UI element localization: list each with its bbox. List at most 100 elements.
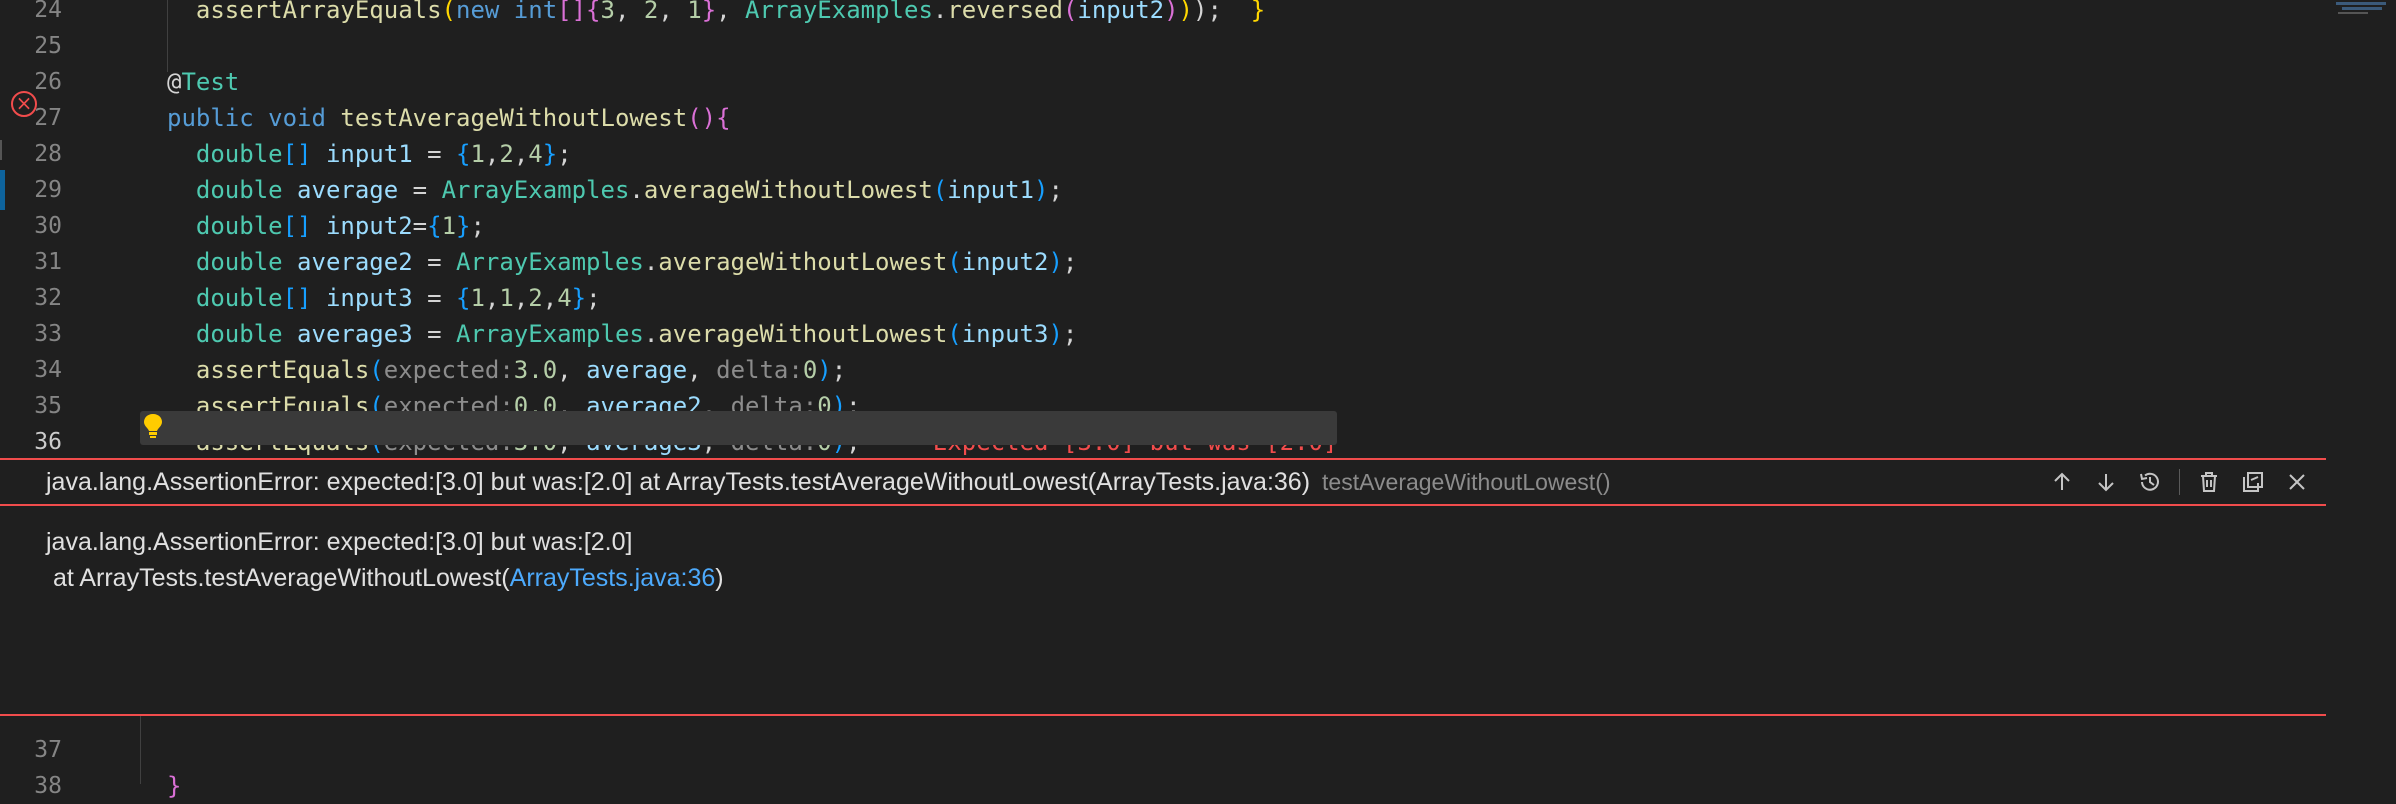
- error-line-highlight: [140, 411, 1337, 445]
- code-token: (: [947, 248, 962, 276]
- code-token: .: [643, 248, 659, 276]
- close-icon[interactable]: [2282, 467, 2312, 497]
- code-token: new: [456, 0, 514, 24]
- code-text: double average3 = ArrayExamples.averageW…: [167, 316, 1077, 352]
- code-line[interactable]: 26 @Test: [0, 64, 2330, 100]
- code-token: }: [701, 0, 717, 24]
- code-token: @: [167, 68, 182, 96]
- test-failed-icon[interactable]: ×: [11, 91, 37, 117]
- code-line[interactable]: 24 assertArrayEquals(new int[]{3, 2, 1},…: [0, 0, 2330, 28]
- code-token: 1: [470, 140, 485, 168]
- code-token: {: [456, 284, 471, 312]
- code-token: averageWithoutLowest: [658, 320, 948, 348]
- code-line[interactable]: 38}: [0, 768, 2330, 804]
- code-token: assertEquals: [167, 356, 370, 384]
- code-token: reversed: [947, 0, 1063, 24]
- code-text: public void testAverageWithoutLowest(){: [167, 100, 731, 136]
- code-token: }: [1250, 0, 1266, 24]
- line-number: 33: [34, 321, 62, 347]
- code-token: average: [586, 356, 688, 384]
- code-line[interactable]: 37: [0, 732, 2330, 768]
- code-text: }: [167, 768, 181, 804]
- stack-trace-line: at ArrayTests.testAverageWithoutLowest(A…: [46, 560, 724, 596]
- code-token: []: [282, 212, 326, 240]
- code-token: []: [282, 284, 326, 312]
- code-token: double: [167, 248, 298, 276]
- code-token: 2: [643, 0, 659, 24]
- trash-icon[interactable]: [2194, 467, 2224, 497]
- code-line[interactable]: 33 double average3 = ArrayExamples.avera…: [0, 316, 2330, 352]
- code-token: double: [167, 320, 298, 348]
- code-token: ): [817, 356, 832, 384]
- code-token: average3: [297, 320, 413, 348]
- code-token: []{: [557, 0, 601, 24]
- code-token: ;: [1062, 248, 1078, 276]
- code-token: }: [456, 212, 471, 240]
- code-line[interactable]: 32 double[] input3 = {1,1,2,4};: [0, 280, 2330, 316]
- stack-trace-link[interactable]: ArrayTests.java:36: [510, 564, 716, 592]
- code-token: int: [513, 0, 558, 24]
- code-token: ;: [1062, 320, 1078, 348]
- code-token: .: [643, 320, 659, 348]
- code-text: double[] input3 = {1,1,2,4};: [167, 280, 601, 316]
- code-line[interactable]: 28 double[] input1 = {1,2,4};: [0, 136, 2330, 172]
- code-token: ;: [470, 212, 485, 240]
- code-token: .: [932, 0, 948, 24]
- stack-trace-prefix: at ArrayTests.testAverageWithoutLowest(: [46, 564, 510, 592]
- minimap[interactable]: [2334, 0, 2396, 20]
- open-to-side-icon[interactable]: [2238, 467, 2268, 497]
- code-token: ,: [513, 140, 529, 168]
- code-text: assertEquals(expected:3.0, average, delt…: [167, 352, 846, 388]
- code-token: ArrayExamples: [745, 0, 933, 24]
- code-token: 4: [557, 284, 572, 312]
- line-number: 28: [34, 141, 62, 167]
- code-token: ,: [557, 356, 587, 384]
- code-token: (): [687, 104, 717, 132]
- code-line[interactable]: 34 assertEquals(expected:3.0, average, d…: [0, 352, 2330, 388]
- code-token: Test: [181, 68, 240, 96]
- code-token: averageWithoutLowest: [658, 248, 948, 276]
- code-token: 3: [600, 0, 615, 24]
- line-number: 31: [34, 249, 62, 275]
- code-token: =: [412, 212, 428, 240]
- history-icon[interactable]: [2135, 467, 2165, 497]
- code-line[interactable]: 27 public void testAverageWithoutLowest()…: [0, 100, 2330, 136]
- line-number: 29: [34, 177, 62, 203]
- code-line[interactable]: 30 double[] input2={1};: [0, 208, 2330, 244]
- code-token: input3: [325, 284, 413, 312]
- code-token: ArrayExamples: [456, 320, 644, 348]
- code-token: {: [716, 104, 731, 132]
- lightbulb-icon[interactable]: [140, 411, 166, 441]
- arrow-up-icon[interactable]: [2047, 467, 2077, 497]
- code-token: (: [932, 176, 948, 204]
- test-failure-peek-header: java.lang.AssertionError: expected:[3.0]…: [0, 458, 2326, 506]
- code-token: =: [412, 320, 456, 348]
- code-editor-continued[interactable]: 37 38}: [0, 716, 2396, 800]
- line-number: 35: [34, 393, 62, 419]
- code-token: }: [167, 772, 182, 800]
- code-editor[interactable]: 2 4 assertArrayEquals(new int[]{3, 2, 1},…: [0, 0, 2396, 458]
- action-separator: [2179, 469, 2180, 495]
- code-token: );: [1193, 0, 1251, 24]
- code-token: (: [441, 0, 456, 24]
- code-token: ,: [687, 356, 717, 384]
- error-message-line: java.lang.AssertionError: expected:[3.0]…: [46, 528, 633, 556]
- line-number: 36: [34, 429, 62, 455]
- code-token: input1: [947, 176, 1034, 204]
- code-line[interactable]: 29 double average = ArrayExamples.averag…: [0, 172, 2330, 208]
- code-token: ): [1048, 248, 1063, 276]
- code-token: 1: [470, 284, 485, 312]
- code-text: @Test: [167, 64, 239, 100]
- code-text: assertArrayEquals(new int[]{3, 2, 1}, Ar…: [167, 0, 1265, 28]
- code-token: 1: [687, 0, 702, 24]
- line-number: 30: [34, 213, 62, 239]
- code-token: void: [268, 104, 341, 132]
- line-number: 34: [34, 357, 62, 383]
- arrow-down-icon[interactable]: [2091, 467, 2121, 497]
- code-token: ,: [614, 0, 644, 24]
- code-token: ,: [484, 140, 500, 168]
- code-token: input1: [325, 140, 413, 168]
- code-line[interactable]: 25: [0, 28, 2330, 64]
- code-token: ,: [716, 0, 746, 24]
- code-line[interactable]: 31 double average2 = ArrayExamples.avera…: [0, 244, 2330, 280]
